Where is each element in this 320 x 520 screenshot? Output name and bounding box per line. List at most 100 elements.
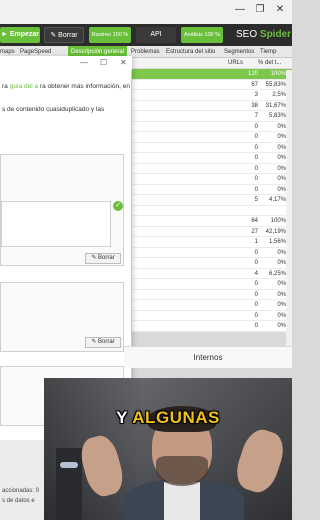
filter-textarea-1[interactable] [1, 201, 111, 247]
minimize-icon[interactable]: — [232, 2, 248, 18]
window-titlebar: — ❐ ✕ [0, 0, 292, 24]
cell-urls: 27 [251, 228, 258, 235]
cell-urls: 0 [254, 155, 258, 161]
opusclip-logo-icon [14, 65, 30, 81]
table-row[interactable]: 3 2,5% [124, 90, 292, 101]
caption-word-2: ALGUNAS [132, 408, 220, 427]
settings-panel-1: ✓ ✎ Borrar [0, 154, 124, 266]
table-row[interactable]: 0 0% [124, 142, 292, 153]
table-row[interactable]: 38 31,67% [124, 100, 292, 111]
clear-label: Borrar [58, 32, 78, 39]
dialog-intro-line-2: s de contenido cuasiduplicado y las [2, 106, 105, 113]
clear-button-2[interactable]: ✎ Borrar [85, 337, 121, 348]
cell-percent: 55,83% [265, 81, 286, 88]
table-row[interactable]: 0 0% [124, 247, 292, 258]
cell-percent: 0% [277, 186, 286, 193]
col-urls[interactable]: URLs [228, 60, 243, 66]
opusclip-watermark: OpusClip [34, 67, 96, 82]
cell-urls: 0 [254, 291, 258, 298]
table-header: URLs % del t... [124, 58, 292, 69]
maximize-icon[interactable]: ☐ [100, 58, 107, 67]
table-row[interactable]: 1 1,56% [124, 237, 292, 248]
table-row[interactable]: 0 0% [124, 310, 292, 321]
intro-text-b: ra obtener más información, en [39, 83, 130, 90]
tab-time[interactable]: Tiemp [260, 46, 276, 58]
table-row[interactable]: 0 0% [124, 184, 292, 195]
cell-urls: 7 [254, 113, 258, 119]
close-icon[interactable]: ✕ [272, 2, 288, 18]
crawl-progress-badge: Rastreo 100 % [89, 27, 131, 43]
table-row[interactable]: 0 0% [124, 258, 292, 269]
cell-percent: 0% [277, 281, 286, 287]
table-row[interactable]: 0 0% [124, 300, 292, 311]
table-row[interactable]: 0 0% [124, 121, 292, 132]
col-percent[interactable]: % del t... [258, 60, 281, 66]
intro-text-a: ra [2, 83, 8, 90]
table-row[interactable]: 64 100% [124, 216, 292, 227]
cell-urls: 5 [254, 197, 258, 203]
cell-percent: 0% [277, 249, 286, 256]
analysis-progress-badge: Análisis 100 % [181, 27, 223, 43]
cell-percent: 0% [277, 323, 286, 329]
table-row[interactable] [124, 205, 292, 216]
webcam-overlay: Y ALGUNAS [44, 378, 292, 520]
table-row[interactable]: 27 42,19% [124, 226, 292, 237]
table-row[interactable]: 0 0% [124, 321, 292, 332]
api-button[interactable]: API [136, 27, 176, 43]
table-row[interactable]: 0 0% [124, 163, 292, 174]
status-data: s de datos e [2, 498, 35, 504]
tab-segments[interactable]: Segmentos [224, 46, 254, 58]
cell-percent: 0% [277, 155, 286, 161]
guide-link[interactable]: guía del a [10, 83, 39, 90]
presenter-beard [156, 456, 208, 486]
table-row[interactable]: 0 0% [124, 174, 292, 185]
valid-check-icon: ✓ [113, 201, 123, 211]
cell-urls: 0 [254, 249, 258, 256]
table-row[interactable]: 0 0% [124, 289, 292, 300]
cell-percent: 31,67% [265, 102, 286, 109]
cell-percent: 0% [277, 176, 286, 182]
cell-urls: 0 [254, 176, 258, 182]
maximize-icon[interactable]: ❐ [252, 2, 268, 18]
internos-section-header[interactable]: Internos [124, 346, 292, 368]
table-row[interactable]: 67 55,83% [124, 79, 292, 90]
cell-urls: 120 [247, 71, 258, 77]
clear-button-1[interactable]: ✎ Borrar [85, 253, 121, 264]
table-row[interactable]: 120 100% [124, 69, 292, 80]
ring-light [60, 462, 78, 468]
settings-panel-2: ✎ Borrar [0, 282, 124, 352]
cell-percent: 4,17% [268, 197, 286, 203]
cell-percent: 0% [277, 165, 286, 172]
table-row[interactable]: 0 0% [124, 153, 292, 164]
clear-button[interactable]: ✎ Borrar [44, 27, 84, 43]
status-area: accionadas: 0 s de datos e [0, 440, 44, 520]
cell-percent: 100% [270, 218, 286, 224]
clear-label-2: Borrar [98, 339, 115, 345]
cell-urls: 38 [251, 102, 258, 109]
cell-urls: 3 [254, 92, 258, 98]
overview-table: URLs % del t... 120 100% 67 55,83% 3 2,5% 38 31… [124, 58, 292, 332]
table-row[interactable]: 5 4,17% [124, 195, 292, 206]
cell-percent: 100% [270, 71, 286, 77]
cell-percent: 1,56% [268, 239, 286, 245]
cell-urls: 0 [254, 144, 258, 151]
cell-urls: 1 [254, 239, 258, 245]
start-button[interactable]: ► Empezar [0, 27, 40, 43]
table-scrollbar[interactable] [286, 70, 292, 350]
close-icon[interactable]: ✕ [120, 58, 127, 67]
light-stand [56, 448, 82, 520]
brand-suffix: Spider [259, 29, 292, 40]
minimize-icon[interactable]: — [80, 58, 88, 67]
cell-percent: 0% [277, 123, 286, 130]
table-row[interactable]: 7 5,83% [124, 111, 292, 122]
screen: — ❐ ✕ ► Empezar ✎ Borrar Rastreo 100 % A… [0, 0, 292, 520]
tab-issues[interactable]: Problemas [131, 46, 160, 58]
table-row[interactable]: 0 0% [124, 279, 292, 290]
cell-percent: 0% [277, 134, 286, 140]
table-row[interactable]: 0 0% [124, 132, 292, 143]
cell-percent: 0% [277, 312, 286, 319]
cell-urls: 0 [254, 165, 258, 172]
tab-site-structure[interactable]: Estructura del sitio [166, 46, 215, 58]
cell-urls: 4 [254, 270, 258, 277]
table-row[interactable]: 4 6,25% [124, 268, 292, 279]
